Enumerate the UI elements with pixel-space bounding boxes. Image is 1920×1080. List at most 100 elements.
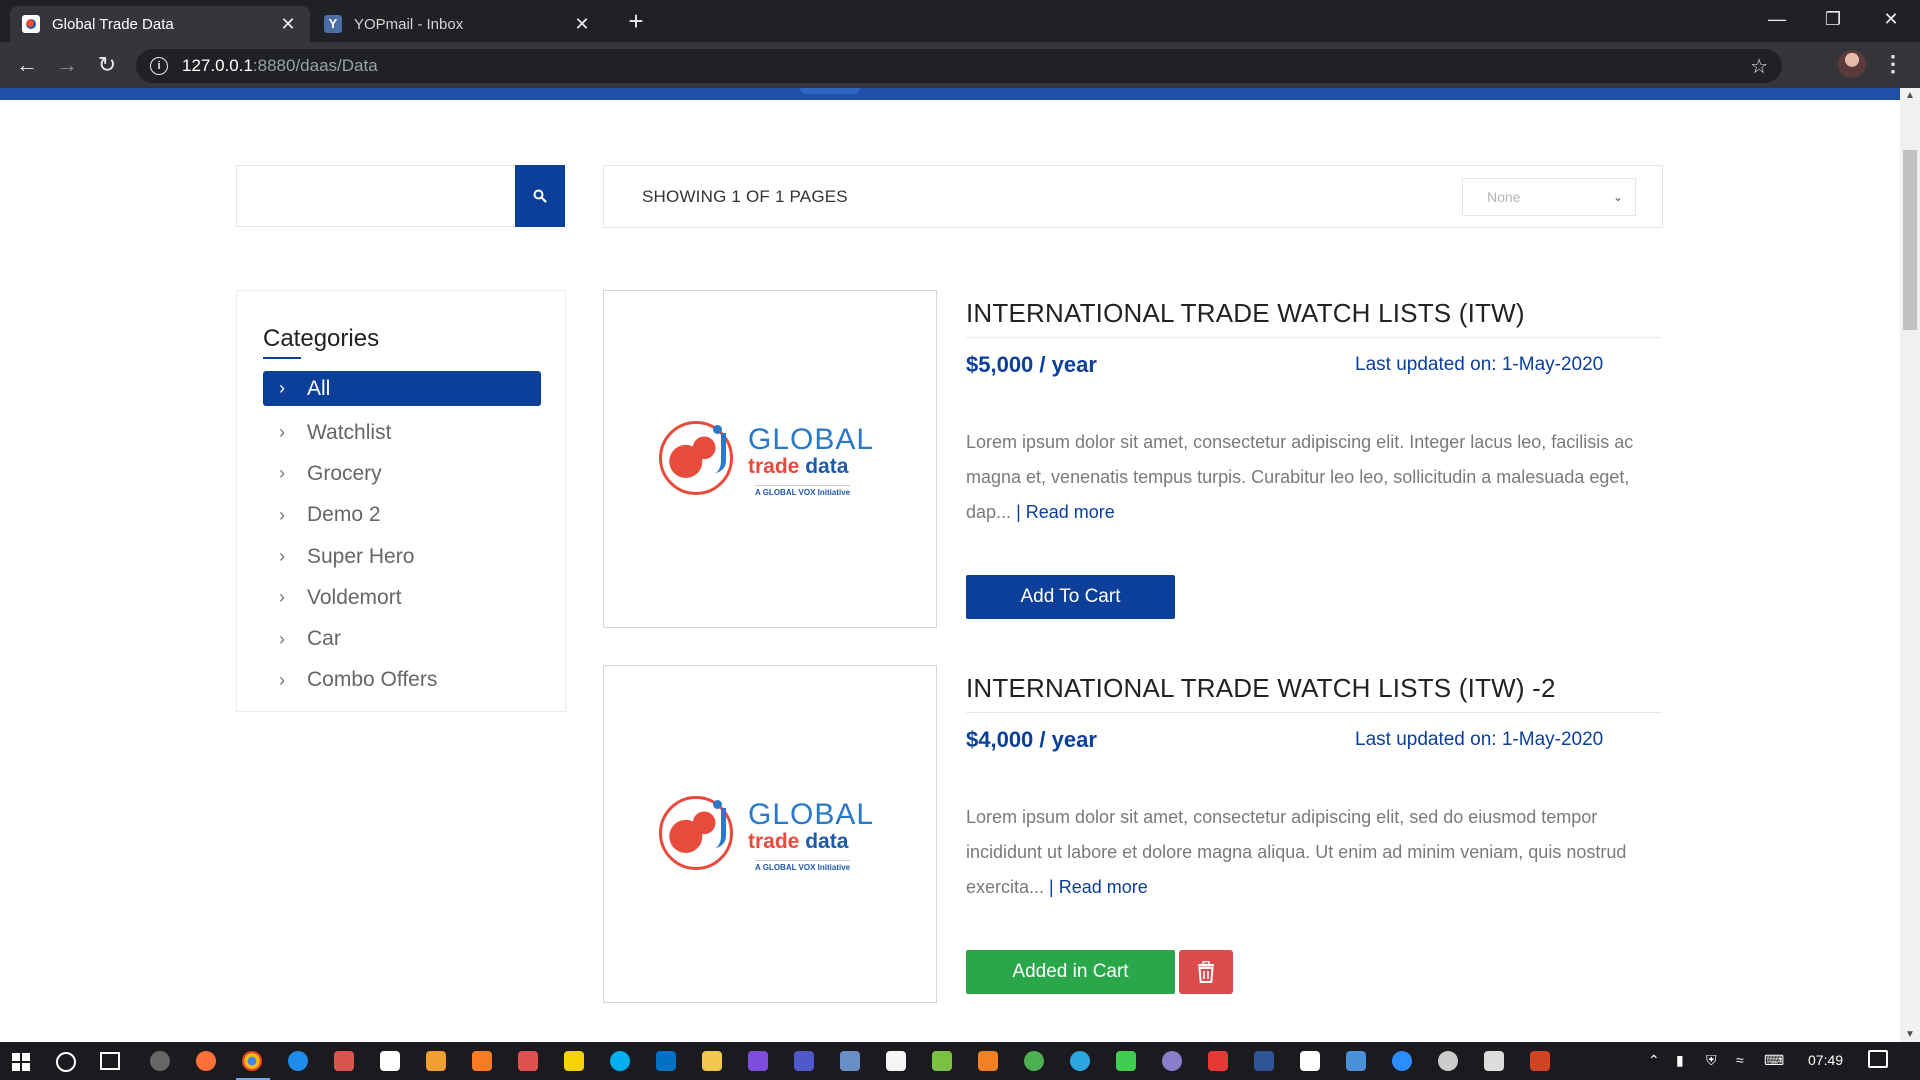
category-item-grocery[interactable]: › Grocery (263, 453, 541, 494)
skype-icon[interactable] (610, 1051, 630, 1071)
category-item-voldemort[interactable]: › Voldemort (263, 577, 541, 618)
wifi-icon[interactable]: ≈ (1736, 1052, 1744, 1068)
app-icon[interactable] (1024, 1051, 1044, 1071)
qt-icon[interactable] (1116, 1051, 1136, 1071)
edge-icon[interactable] (288, 1051, 308, 1071)
category-item-watchlist[interactable]: › Watchlist (263, 412, 541, 453)
app-icon[interactable] (748, 1051, 768, 1071)
minimize-window-icon[interactable]: — (1752, 0, 1802, 40)
product-image[interactable]: GLOBAL trade data A GLOBAL VOX Initiativ… (603, 665, 937, 1003)
windows-start-icon[interactable] (12, 1053, 30, 1071)
windows-taskbar: ⌃ ▮ ⛨ ≈ ⌨ 07:49 (0, 1042, 1920, 1080)
global-trade-data-logo: GLOBAL trade data A GLOBAL VOX Initiativ… (659, 796, 879, 876)
taskbar-clock[interactable]: 07:49 (1808, 1052, 1843, 1068)
category-item-demo-2[interactable]: › Demo 2 (263, 495, 541, 536)
battery-icon[interactable]: ▮ (1676, 1052, 1684, 1069)
address-bar[interactable]: i 127.0.0.1:8880/daas/Data ☆ (136, 49, 1782, 83)
notifications-icon[interactable] (1868, 1050, 1888, 1068)
chevron-right-icon: › (279, 546, 285, 567)
category-label: Car (307, 627, 341, 651)
search-button[interactable] (515, 165, 565, 227)
bookmark-star-icon[interactable]: ☆ (1750, 54, 1768, 79)
person-figure-icon (707, 425, 726, 473)
xampp-icon[interactable] (472, 1051, 492, 1071)
remove-from-cart-button[interactable] (1179, 950, 1233, 994)
scrollbar-thumb[interactable] (1903, 150, 1917, 330)
app-icon[interactable] (1438, 1051, 1458, 1071)
tab-close-icon[interactable]: ✕ (572, 14, 592, 35)
app-icon[interactable] (1300, 1051, 1320, 1071)
anydesk-icon[interactable] (1208, 1051, 1228, 1071)
sublime-text-icon[interactable] (426, 1051, 446, 1071)
task-view-icon[interactable] (100, 1052, 120, 1070)
teams-icon[interactable] (794, 1051, 814, 1071)
app-icon[interactable] (1346, 1051, 1366, 1071)
product-title[interactable]: INTERNATIONAL TRADE WATCH LISTS (ITW) (966, 298, 1525, 329)
app-icon[interactable] (518, 1051, 538, 1071)
new-tab-button[interactable]: + (620, 6, 652, 38)
person-figure-icon (707, 800, 726, 848)
app-icon[interactable] (840, 1051, 860, 1071)
chrome-icon[interactable] (242, 1051, 262, 1071)
settings-gear-icon[interactable] (150, 1051, 170, 1071)
restore-window-icon[interactable]: ❐ (1808, 0, 1858, 40)
tab-global-trade-data[interactable]: Global Trade Data ✕ (10, 6, 310, 42)
read-more-link[interactable]: | Read more (1016, 502, 1115, 522)
outlook-icon[interactable] (656, 1051, 676, 1071)
category-item-super-hero[interactable]: › Super Hero (263, 536, 541, 577)
chevron-right-icon: › (279, 628, 285, 649)
firefox-icon[interactable] (196, 1051, 216, 1071)
category-label: All (307, 376, 331, 400)
forward-arrow-icon[interactable]: → (52, 50, 82, 80)
app-icon[interactable] (1254, 1051, 1274, 1071)
categories-title: Categories (263, 325, 380, 352)
security-shield-icon[interactable]: ⛨ (1706, 1052, 1717, 1069)
site-info-icon[interactable]: i (150, 57, 168, 75)
results-toolbar: SHOWING 1 OF 1 PAGES None ⌄ (603, 165, 1663, 228)
category-label: Watchlist (307, 420, 392, 444)
page-scrollbar[interactable]: ▲ ▼ (1900, 88, 1920, 1042)
product-description: Lorem ipsum dolor sit amet, consectetur … (966, 432, 1634, 522)
powerpoint-icon[interactable] (1530, 1051, 1550, 1071)
category-item-combo-offers[interactable]: › Combo Offers (263, 660, 541, 701)
category-label: Grocery (307, 461, 382, 485)
tray-chevron-up-icon[interactable]: ⌃ (1648, 1052, 1660, 1069)
app-icon[interactable] (886, 1051, 906, 1071)
back-arrow-icon[interactable]: ← (12, 50, 42, 80)
profile-avatar[interactable] (1838, 50, 1866, 78)
file-explorer-icon[interactable] (702, 1051, 722, 1071)
browser-menu-icon[interactable]: ⋮ (1882, 50, 1904, 80)
reload-icon[interactable]: ↻ (92, 50, 122, 80)
url-host: 127.0.0.1 (182, 56, 253, 75)
cortana-search-icon[interactable] (56, 1052, 76, 1072)
sticky-notes-icon[interactable] (564, 1051, 584, 1071)
category-item-all[interactable]: › All (263, 371, 541, 406)
added-in-cart-button[interactable]: Added in Cart (966, 950, 1175, 994)
product-title[interactable]: INTERNATIONAL TRADE WATCH LISTS (ITW) -2 (966, 673, 1556, 704)
zoom-icon[interactable] (1392, 1051, 1412, 1071)
keyboard-icon[interactable]: ⌨ (1764, 1052, 1784, 1069)
add-to-cart-button[interactable]: Add To Cart (966, 575, 1175, 619)
product-image[interactable]: GLOBAL trade data A GLOBAL VOX Initiativ… (603, 290, 937, 628)
category-list: › All › Watchlist › Grocery › Demo 2 › S… (263, 371, 541, 701)
app-icon[interactable] (932, 1051, 952, 1071)
last-updated-text: Last updated on: 1-May-2020 (1355, 729, 1604, 750)
tab-title: Global Trade Data (52, 15, 174, 33)
scroll-down-arrow-icon[interactable]: ▼ (1900, 1029, 1920, 1040)
search-input[interactable] (237, 166, 515, 226)
category-item-car[interactable]: › Car (263, 618, 541, 659)
tab-close-icon[interactable]: ✕ (278, 14, 298, 35)
scroll-up-arrow-icon[interactable]: ▲ (1900, 90, 1920, 101)
app-icon[interactable] (334, 1051, 354, 1071)
close-window-icon[interactable]: ✕ (1866, 0, 1916, 40)
app-icon[interactable] (1162, 1051, 1182, 1071)
telegram-icon[interactable] (1070, 1051, 1090, 1071)
app-icon[interactable] (1484, 1051, 1504, 1071)
tab-yopmail-inbox[interactable]: Y YOPmail - Inbox ✕ (312, 6, 604, 42)
read-more-link[interactable]: | Read more (1049, 877, 1148, 897)
tab-title: YOPmail - Inbox (354, 15, 464, 33)
app-icon[interactable] (380, 1051, 400, 1071)
category-label: Voldemort (307, 585, 402, 609)
vlc-icon[interactable] (978, 1051, 998, 1071)
sort-select[interactable]: None ⌄ (1462, 178, 1636, 216)
